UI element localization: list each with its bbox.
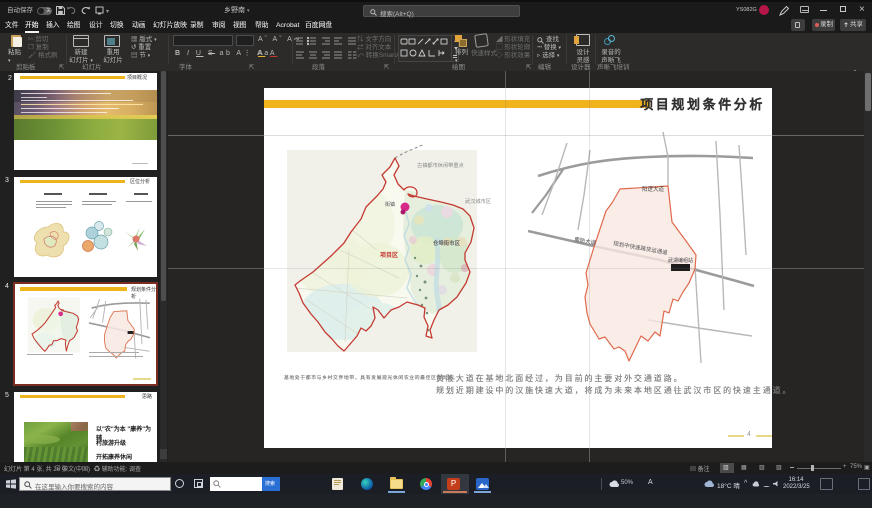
svg-text:阳逻大道: 阳逻大道 bbox=[642, 185, 665, 193]
svg-text:街镇: 街镇 bbox=[385, 201, 395, 208]
svg-text:武湖编组站: 武湖编组站 bbox=[668, 257, 693, 264]
svg-text:武汉城市区: 武汉城市区 bbox=[465, 197, 491, 205]
svg-text:项目区: 项目区 bbox=[380, 251, 398, 259]
svg-text:仓埠街市区: 仓埠街市区 bbox=[432, 239, 461, 247]
svg-text:古镇都市休闲带重点: 古镇都市休闲带重点 bbox=[417, 161, 464, 169]
